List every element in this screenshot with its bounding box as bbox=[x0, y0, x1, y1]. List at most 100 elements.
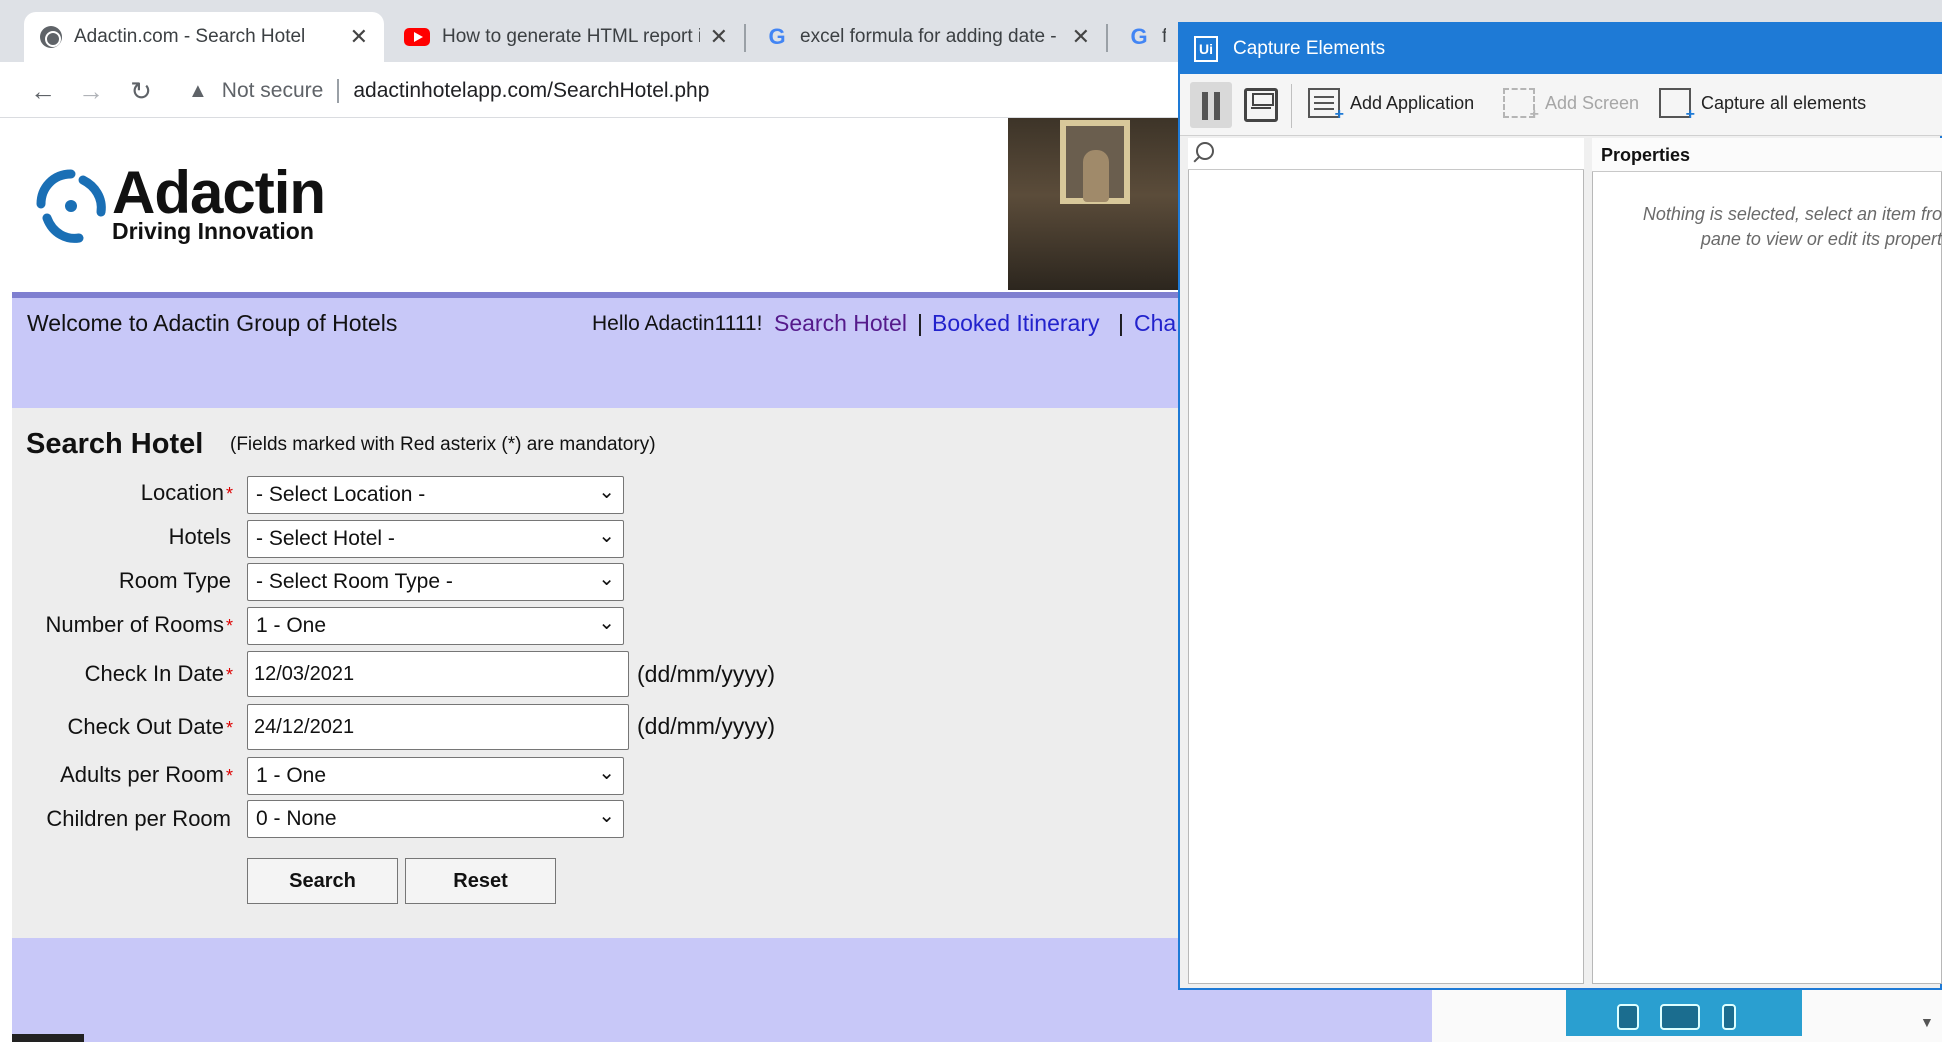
tab-adactin[interactable]: Adactin.com - Search Hotel ✕ bbox=[24, 12, 384, 62]
mandatory-note: (Fields marked with Red asterix (*) are … bbox=[230, 434, 656, 455]
reset-button[interactable]: Reset bbox=[405, 858, 556, 904]
globe-icon bbox=[40, 26, 62, 48]
location-label: Location * bbox=[141, 480, 233, 506]
checkin-label-text: Check In Date bbox=[84, 661, 224, 686]
checkout-label: Check Out Date * bbox=[67, 714, 233, 740]
phone-icon bbox=[1617, 1004, 1639, 1030]
toolbar-separator bbox=[1291, 84, 1292, 128]
required-asterisk: * bbox=[225, 718, 233, 738]
chevron-down-icon: ⌄ bbox=[598, 481, 615, 503]
hotels-select[interactable]: - Select Hotel - ⌄ bbox=[247, 520, 624, 558]
capture-window-title: Capture Elements bbox=[1233, 38, 1386, 59]
youtube-icon bbox=[404, 28, 430, 46]
reload-icon[interactable]: ↻ bbox=[124, 74, 158, 108]
adults-value: 1 - One bbox=[256, 764, 327, 787]
url-text[interactable]: adactinhotelapp.com/SearchHotel.php bbox=[353, 79, 709, 103]
tab-title: Adactin.com - Search Hotel bbox=[74, 26, 306, 47]
hotels-value: - Select Hotel - bbox=[256, 527, 395, 550]
add-screen-button[interactable]: + Add Screen bbox=[1503, 88, 1640, 123]
address-divider bbox=[337, 79, 340, 103]
rooms-select[interactable]: 1 - One ⌄ bbox=[247, 607, 624, 645]
close-icon[interactable]: ✕ bbox=[710, 24, 728, 50]
nav-link-search-hotel[interactable]: Search Hotel bbox=[774, 310, 907, 337]
rooms-label: Number of Rooms * bbox=[45, 612, 233, 638]
adactin-logo-icon bbox=[36, 169, 106, 243]
chevron-down-icon: ⌄ bbox=[598, 568, 615, 590]
checkout-date-input[interactable]: 24/12/2021 bbox=[247, 704, 629, 750]
close-icon[interactable]: ✕ bbox=[350, 24, 368, 50]
room-type-value: - Select Room Type - bbox=[256, 570, 453, 593]
save-icon[interactable] bbox=[1244, 88, 1278, 122]
nav-link-change-password[interactable]: Cha bbox=[1134, 310, 1176, 337]
tab-title: excel formula for adding date - C bbox=[800, 26, 1062, 47]
add-application-icon: + bbox=[1308, 88, 1344, 123]
properties-empty-line: pane to view or edit its propert bbox=[1700, 229, 1942, 249]
tab-title: How to generate HTML report in bbox=[442, 26, 700, 47]
location-select[interactable]: - Select Location - ⌄ bbox=[247, 476, 624, 514]
required-asterisk: * bbox=[225, 484, 233, 504]
tree-search-input[interactable] bbox=[1188, 138, 1584, 170]
properties-empty-message: Nothing is selected, select an item fro … bbox=[1612, 202, 1942, 252]
logo-tagline: Driving Innovation bbox=[112, 218, 314, 244]
chevron-down-icon: ⌄ bbox=[598, 762, 615, 784]
welcome-text: Welcome to Adactin Group of Hotels bbox=[27, 310, 398, 336]
children-select[interactable]: 0 - None ⌄ bbox=[247, 800, 624, 838]
nav-separator: | bbox=[1118, 310, 1124, 336]
tab-youtube[interactable]: How to generate HTML report in ✕ bbox=[388, 12, 744, 62]
chevron-down-icon: ⌄ bbox=[598, 612, 615, 634]
logo-name: Adactin bbox=[112, 159, 326, 226]
google-icon: G bbox=[768, 24, 786, 49]
required-asterisk: * bbox=[225, 766, 233, 786]
forward-arrow-icon[interactable]: → bbox=[74, 74, 108, 108]
add-application-button[interactable]: + Add Application bbox=[1308, 88, 1474, 123]
address-bar[interactable]: ▲ Not secure adactinhotelapp.com/SearchH… bbox=[178, 70, 1178, 112]
checkout-label-text: Check Out Date bbox=[67, 714, 224, 739]
checkout-date-format-hint: (dd/mm/yyyy) bbox=[637, 713, 775, 739]
hotels-label: Hotels bbox=[168, 524, 231, 549]
tab-title: fo bbox=[1162, 26, 1166, 47]
uipath-logo-icon: Ui bbox=[1194, 36, 1218, 62]
capture-all-elements-button[interactable]: + Capture all elements bbox=[1659, 88, 1867, 123]
room-type-select[interactable]: - Select Room Type - ⌄ bbox=[247, 563, 624, 601]
nav-separator: | bbox=[917, 310, 923, 336]
add-screen-icon: + bbox=[1503, 88, 1539, 123]
elements-tree-pane[interactable] bbox=[1188, 138, 1584, 984]
nav-link-booked-itinerary[interactable]: Booked Itinerary bbox=[932, 310, 1099, 337]
hello-user-text: Hello Adactin1111! bbox=[592, 312, 763, 335]
taskbar-strip bbox=[12, 1034, 84, 1042]
adults-label-text: Adults per Room bbox=[60, 762, 224, 787]
scroll-down-arrow-icon[interactable]: ▼ bbox=[1920, 1014, 1940, 1034]
google-icon: G bbox=[1130, 24, 1148, 49]
chevron-down-icon: ⌄ bbox=[598, 525, 615, 547]
chevron-down-icon: ⌄ bbox=[598, 805, 615, 827]
rooms-label-text: Number of Rooms bbox=[45, 612, 224, 637]
back-arrow-icon[interactable]: ← bbox=[26, 74, 60, 108]
page-title: Search Hotel bbox=[26, 428, 204, 460]
location-label-text: Location bbox=[140, 480, 224, 505]
capture-all-label: Capture all elements bbox=[1701, 92, 1867, 113]
tab-divider bbox=[744, 24, 746, 52]
checkin-date-input[interactable]: 12/03/2021 bbox=[247, 651, 629, 697]
checkin-date-format-hint: (dd/mm/yyyy) bbox=[637, 661, 775, 687]
tab-google-excel[interactable]: G excel formula for adding date - C ✕ bbox=[750, 12, 1106, 62]
properties-pane bbox=[1592, 138, 1942, 984]
adults-select[interactable]: 1 - One ⌄ bbox=[247, 757, 624, 795]
close-icon[interactable]: ✕ bbox=[1072, 24, 1090, 50]
room-type-label: Room Type bbox=[118, 568, 231, 593]
add-screen-label: Add Screen bbox=[1545, 92, 1640, 113]
device-icon bbox=[1722, 1004, 1736, 1030]
properties-empty-line: Nothing is selected, select an item fro bbox=[1642, 204, 1942, 224]
children-label: Children per Room bbox=[46, 806, 231, 831]
capture-all-icon: + bbox=[1659, 88, 1695, 123]
rooms-value: 1 - One bbox=[256, 614, 327, 637]
required-asterisk: * bbox=[225, 665, 233, 685]
pause-icon[interactable] bbox=[1190, 82, 1232, 128]
security-label[interactable]: Not secure bbox=[222, 79, 324, 103]
tab-google-other[interactable]: G fo bbox=[1112, 12, 1182, 62]
location-value: - Select Location - bbox=[256, 483, 426, 506]
required-asterisk: * bbox=[225, 616, 233, 636]
search-button[interactable]: Search bbox=[247, 858, 398, 904]
adults-label: Adults per Room * bbox=[60, 762, 233, 788]
checkin-label: Check In Date * bbox=[85, 661, 233, 687]
hotel-header-image-person bbox=[1083, 150, 1109, 202]
